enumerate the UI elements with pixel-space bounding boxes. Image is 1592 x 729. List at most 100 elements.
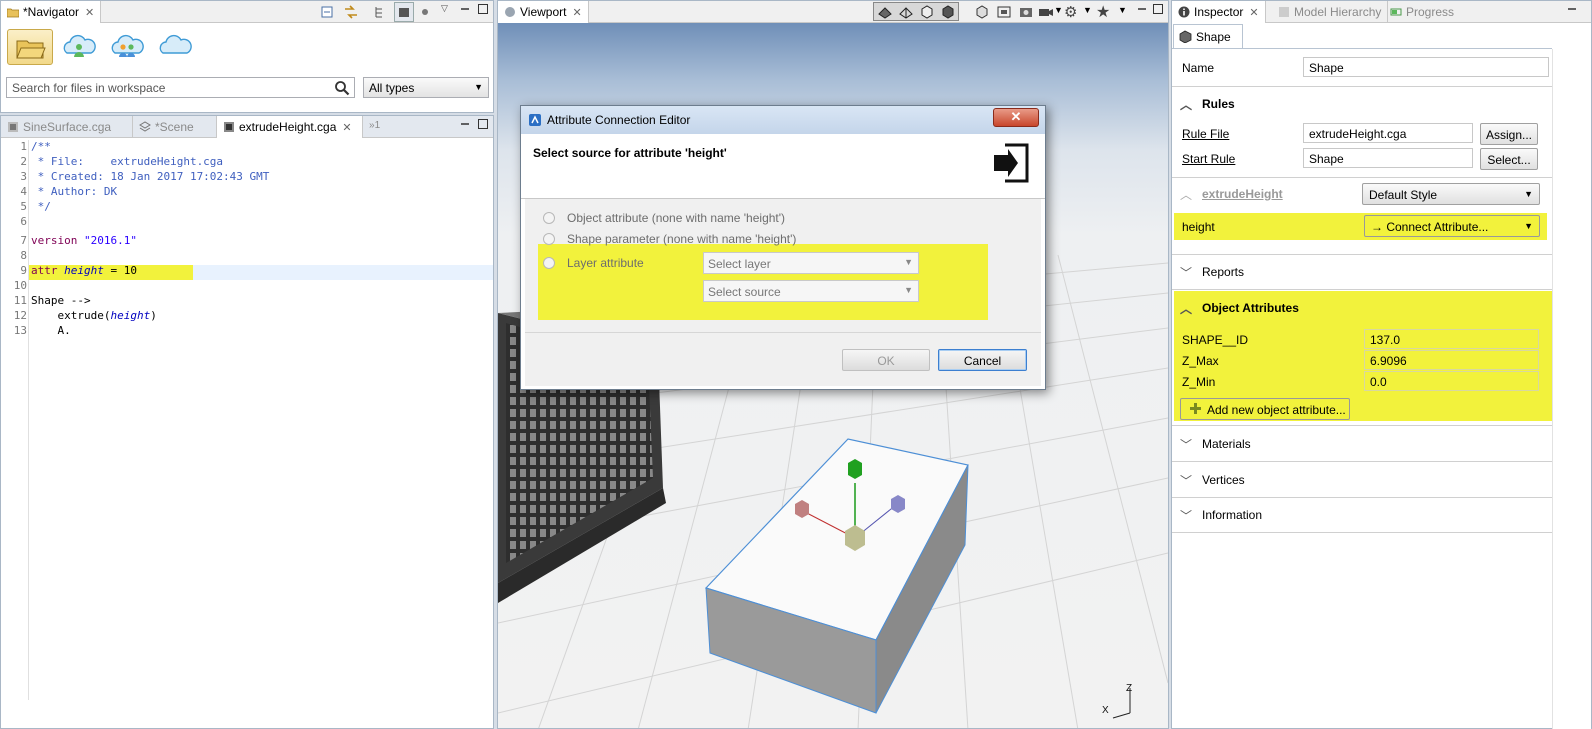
code-line: * Created: 18 Jan 2017 17:02:43 GMT xyxy=(31,170,270,183)
rules-title: Rules xyxy=(1202,97,1235,111)
radio-layer-attribute[interactable] xyxy=(543,257,555,269)
tab-model-hierarchy[interactable]: Model Hierarchy xyxy=(1272,1,1389,23)
rule-file-field[interactable]: extrudeHeight.cga xyxy=(1303,123,1473,143)
select-label: Select... xyxy=(1487,153,1531,167)
attr-row-value[interactable]: 6.9096 xyxy=(1364,350,1539,370)
minimize-icon[interactable] xyxy=(459,3,471,15)
tab-overflow[interactable]: »1 xyxy=(363,116,386,138)
start-rule-value: Shape xyxy=(1309,152,1344,166)
radio-shape-parameter[interactable] xyxy=(543,233,555,245)
dialog-body: Object attribute (none with name 'height… xyxy=(525,199,1041,332)
name-field[interactable]: Shape xyxy=(1303,57,1549,77)
assign-label: Assign... xyxy=(1485,128,1533,142)
star-icon[interactable]: ★ xyxy=(1096,2,1110,22)
code-line: attr height = 10 xyxy=(31,264,137,277)
search-input[interactable]: Search for files in workspace xyxy=(6,77,355,98)
cancel-button[interactable]: Cancel xyxy=(938,349,1027,371)
chevron-down-icon[interactable]: ▼ xyxy=(1118,5,1127,15)
cloud-button[interactable] xyxy=(153,29,199,65)
add-object-attribute-button[interactable]: Add new object attribute... xyxy=(1180,398,1350,420)
attr-row-label: Z_Min xyxy=(1182,375,1216,389)
option-object-attribute: Object attribute (none with name 'height… xyxy=(567,211,786,225)
inspector-scrollbar-track[interactable] xyxy=(1552,49,1591,729)
chevron-up-icon: ︿ xyxy=(1180,188,1193,202)
chevron-down-icon[interactable]: ▼ xyxy=(1054,5,1063,15)
minimize-icon[interactable] xyxy=(459,118,471,133)
filter-toggle-icon[interactable] xyxy=(394,2,414,22)
view-menu-icon[interactable]: ▽ xyxy=(441,3,448,14)
code-text: = 10 xyxy=(103,264,137,277)
object-attributes-section-header[interactable]: ︿ Object Attributes xyxy=(1172,291,1552,325)
maximize-icon[interactable] xyxy=(1152,3,1164,18)
close-icon[interactable]: ✕ xyxy=(85,7,94,19)
snapshot-icon[interactable] xyxy=(1018,4,1034,23)
materials-section-header[interactable]: ﹀ Materials xyxy=(1172,427,1552,461)
dialog-titlebar[interactable]: Attribute Connection Editor ✕ xyxy=(521,106,1045,134)
tab-scene[interactable]: *Scene xyxy=(133,116,217,138)
maximize-icon[interactable] xyxy=(477,118,489,133)
open-folder-button[interactable] xyxy=(7,29,53,65)
cancel-label: Cancel xyxy=(963,354,1002,368)
type-filter-select[interactable]: All types ▼ xyxy=(363,77,489,98)
vertices-section-header[interactable]: ﹀ Vertices xyxy=(1172,463,1552,497)
settings-icon[interactable] xyxy=(417,4,433,20)
close-icon[interactable]: ✕ xyxy=(572,7,581,19)
code-line: A. xyxy=(31,324,71,337)
minimize-icon[interactable] xyxy=(1136,3,1148,18)
bookmark-camera-icon[interactable] xyxy=(974,4,990,23)
chevron-down-icon[interactable]: ▼ xyxy=(1083,5,1092,15)
line-number: 5 xyxy=(20,200,27,213)
extruded-shape xyxy=(704,438,969,714)
style-select[interactable]: Default Style ▼ xyxy=(1362,183,1540,205)
subtab-shape[interactable]: Shape xyxy=(1173,24,1243,48)
rule-file-link[interactable]: Rule File xyxy=(1182,127,1229,141)
radio-object-attribute[interactable] xyxy=(543,212,555,224)
cloud-user-button[interactable] xyxy=(57,29,103,65)
wireframe-mode-icon[interactable] xyxy=(898,4,914,23)
tab-viewport[interactable]: Viewport ✕ xyxy=(498,1,589,23)
textured-mode-icon[interactable] xyxy=(919,4,935,23)
close-icon[interactable]: ✕ xyxy=(342,122,351,134)
attr-row-label: Z_Max xyxy=(1182,354,1219,368)
lit-mode-icon[interactable] xyxy=(940,4,956,23)
connect-attribute-select[interactable]: → Connect Attribute... ▼ xyxy=(1364,215,1540,237)
line-number: 10 xyxy=(13,279,27,292)
select-source-dropdown[interactable]: Select source ▼ xyxy=(703,280,919,302)
camera-icon[interactable] xyxy=(1038,4,1054,23)
tab-progress[interactable]: Progress xyxy=(1384,1,1460,23)
overflow-count: 1 xyxy=(374,120,381,131)
tree-view-icon[interactable] xyxy=(373,4,389,20)
style-value: Default Style xyxy=(1369,188,1438,202)
chevron-down-icon: ▼ xyxy=(1524,221,1533,231)
select-button[interactable]: Select... xyxy=(1480,148,1538,170)
start-rule-link[interactable]: Start Rule xyxy=(1182,152,1235,166)
information-section-header[interactable]: ﹀ Information xyxy=(1172,498,1552,532)
assign-button[interactable]: Assign... xyxy=(1480,123,1538,145)
minimize-icon[interactable] xyxy=(1566,3,1578,18)
gear-icon[interactable]: ⚙ xyxy=(1064,3,1077,21)
frame-view-icon[interactable] xyxy=(996,4,1012,23)
collapse-all-icon[interactable] xyxy=(319,4,335,20)
type-filter-value: All types xyxy=(369,81,415,95)
ok-button[interactable]: OK xyxy=(842,349,930,371)
reports-section-header[interactable]: ﹀ Reports xyxy=(1172,255,1552,289)
search-icon[interactable] xyxy=(334,80,350,99)
hierarchy-icon xyxy=(1278,6,1290,18)
attr-row-value[interactable]: 137.0 xyxy=(1364,329,1539,349)
start-rule-field[interactable]: Shape xyxy=(1303,148,1473,168)
tab-extrudeheight[interactable]: extrudeHeight.cga ✕ xyxy=(217,116,363,138)
maximize-icon[interactable] xyxy=(477,3,489,15)
tab-sinesurface[interactable]: SineSurface.cga xyxy=(1,116,133,138)
shaded-mode-icon[interactable] xyxy=(877,4,893,23)
rules-section-header[interactable]: ︿ Rules xyxy=(1172,87,1552,121)
cga-file-icon xyxy=(223,121,235,133)
cloud-share-button[interactable] xyxy=(105,29,151,65)
close-icon[interactable]: ✕ xyxy=(1249,7,1258,19)
close-button[interactable]: ✕ xyxy=(993,108,1039,127)
attr-row-value[interactable]: 0.0 xyxy=(1364,371,1539,391)
tab-inspector[interactable]: Inspector ✕ xyxy=(1172,1,1266,23)
tab-navigator[interactable]: *Navigator ✕ xyxy=(1,1,102,23)
link-editor-icon[interactable] xyxy=(343,4,359,20)
chevron-down-icon: ▼ xyxy=(904,257,913,267)
select-layer-dropdown[interactable]: Select layer ▼ xyxy=(703,252,919,274)
